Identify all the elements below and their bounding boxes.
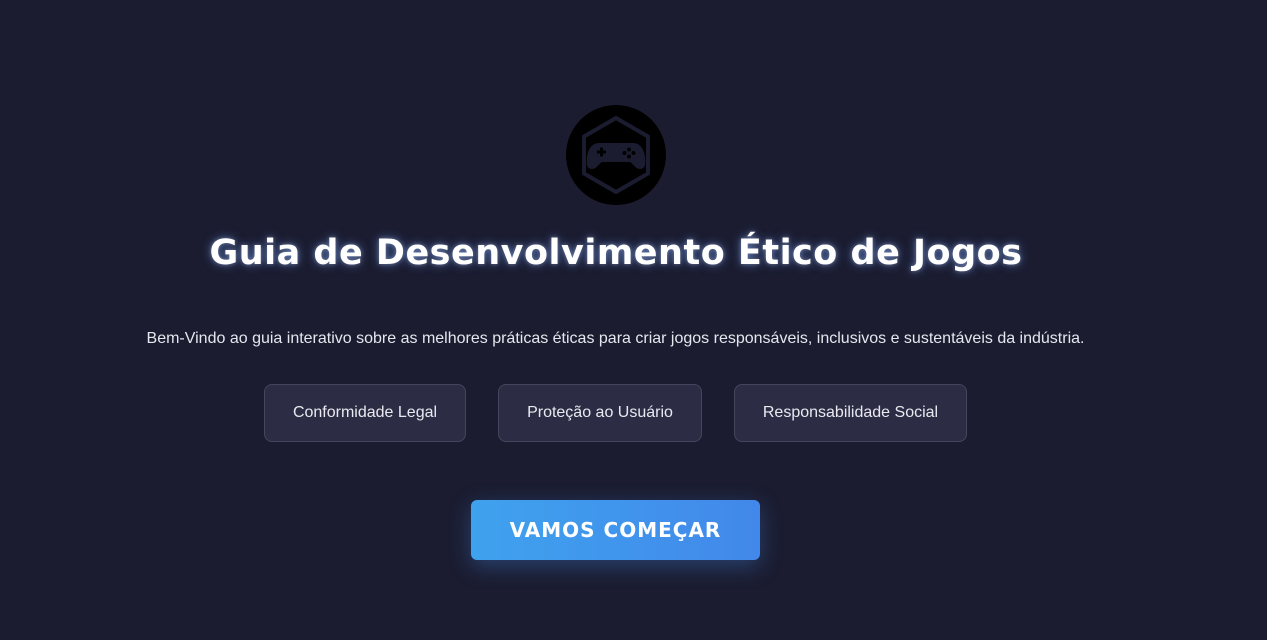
gamepad-icon [582,116,650,194]
topic-conformidade-legal[interactable]: Conformidade Legal [264,384,466,442]
logo-badge [566,105,666,205]
start-button[interactable]: VAMOS COMEÇAR [471,500,760,560]
welcome-subtitle: Bem-Vindo ao guia interativo sobre as me… [146,330,1085,347]
topic-responsabilidade-social[interactable]: Responsabilidade Social [734,384,967,442]
topic-protecao-usuario[interactable]: Proteção ao Usuário [498,384,702,442]
page-title: Guia de Desenvolvimento Ético de Jogos [209,233,1023,273]
welcome-screen: Guia de Desenvolvimento Ético de Jogos B… [0,0,1267,640]
